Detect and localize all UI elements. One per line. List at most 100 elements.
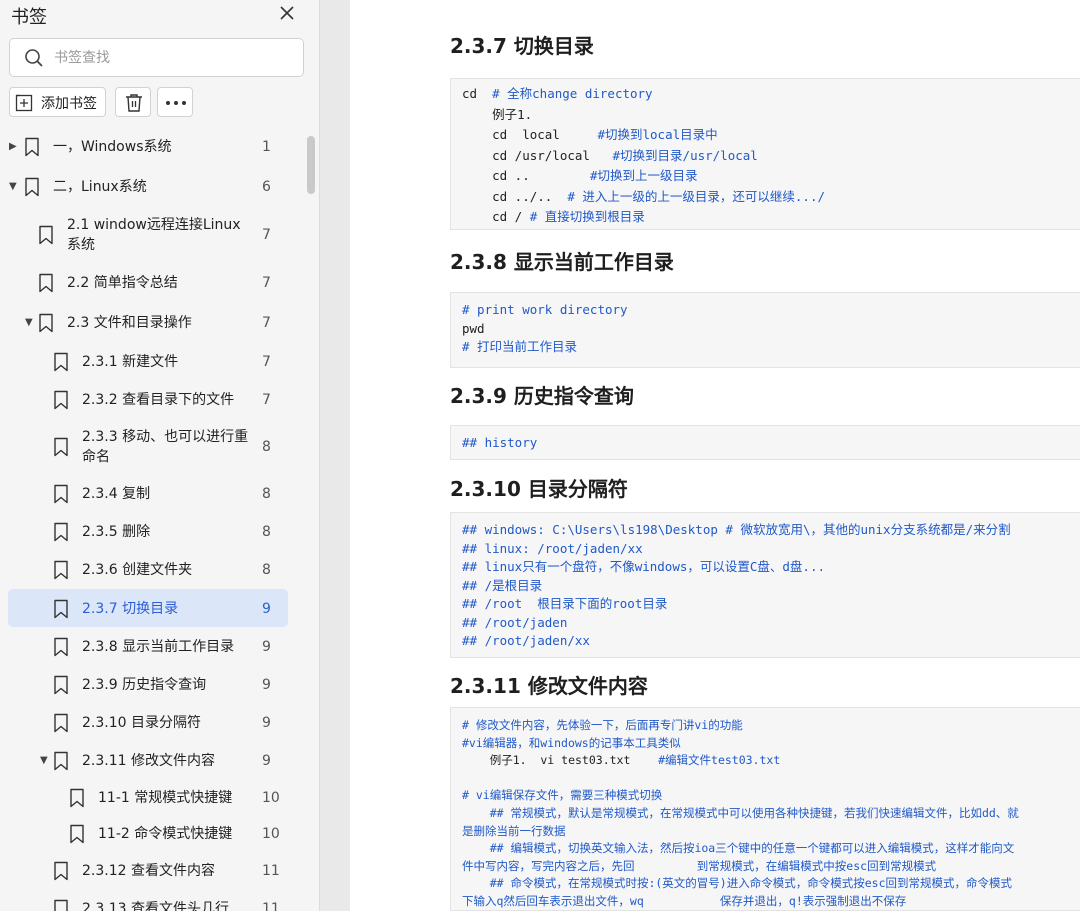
bookmark-search-box [9, 38, 304, 77]
bookmark-item[interactable]: ▼ 2.3 文件和目录操作 7 [0, 303, 300, 343]
bookmark-sidebar: 书签 添加书签 ▶一，Windows系统1▼二，Linux系统62.1 wi [0, 0, 320, 911]
close-icon[interactable] [276, 2, 298, 24]
bookmark-icon [53, 437, 69, 457]
chevron-right-icon[interactable]: ▶ [9, 142, 19, 152]
bookmark-label: 2.3.7 切换目录 [82, 601, 179, 617]
bookmark-page-number: 7 [262, 315, 271, 331]
bookmark-label: 2.3.1 新建文件 [82, 354, 179, 370]
code-block: ## windows: C:\Users\ls198\Desktop # 微软放… [450, 512, 1080, 658]
add-bookmark-button[interactable]: 添加书签 [9, 87, 106, 117]
bookmark-item[interactable]: 2.1 window远程连接Linux 系统 7 [0, 207, 300, 263]
bookmark-label: 2.3.6 创建文件夹 [82, 562, 193, 578]
bookmark-label: 2.3.2 查看目录下的文件 [82, 392, 235, 408]
bookmark-item[interactable]: 2.3.2 查看目录下的文件 7 [0, 381, 300, 419]
bookmark-label: 2.3.10 目录分隔符 [82, 715, 201, 731]
bookmark-item[interactable]: 2.3.7 切换目录 9 [0, 589, 300, 628]
code-line: 件中写内容，写完内容之后，先回 到常规模式，在编辑模式中按esc回到常规模式 [462, 858, 937, 873]
sidebar-scrollbar[interactable] [307, 136, 315, 194]
more-icon [166, 101, 186, 105]
bookmark-label: 2.3.13 查看文件头几行 [82, 901, 229, 911]
bookmark-page-number: 8 [262, 562, 271, 578]
code-block: ## history [450, 425, 1080, 460]
code-block: cd # 全称change directory 例子1. cd local #切… [450, 78, 1080, 230]
code-block: # 修改文件内容，先体验一下，后面再专门讲vi的功能 #vi编辑器，和window… [450, 707, 1080, 911]
code-block: # print work directory pwd # 打印当前工作目录 [450, 292, 1080, 368]
bookmark-label: 一，Windows系统 [53, 139, 172, 155]
bookmark-item[interactable]: 11-2 命令模式快捷键 10 [0, 816, 300, 852]
chevron-down-icon[interactable]: ▼ [9, 182, 19, 192]
bookmark-icon [24, 137, 40, 157]
bookmark-label: 2.3.12 查看文件内容 [82, 863, 215, 879]
bookmark-item[interactable]: 2.3.9 历史指令查询 9 [0, 666, 300, 704]
bookmark-label: 2.3.9 历史指令查询 [82, 677, 207, 693]
bookmark-label: 11-2 命令模式快捷键 [98, 826, 233, 842]
bookmark-label: 二，Linux系统 [53, 179, 147, 195]
bookmark-search-input[interactable] [54, 47, 294, 69]
code-line: ## linux只有一个盘符，不像windows，可以设置C盘、d盘... [462, 559, 826, 574]
more-options-button[interactable] [157, 87, 193, 117]
trash-icon [126, 94, 142, 112]
section-heading: 2.3.7 切换目录 [450, 34, 594, 58]
bookmark-item[interactable]: 2.3.5 删除 8 [0, 513, 300, 551]
code-line: ## linux: /root/jaden/xx [462, 540, 643, 556]
code-line: # print work directory [462, 302, 628, 317]
code-line: ## /root/jaden [462, 614, 568, 630]
section-heading: 2.3.8 显示当前工作目录 [450, 250, 674, 274]
code-line: ## 编辑模式，切换英文输入法，然后按ioa三个键中的任意一个键都可以进入编辑模… [462, 841, 1015, 856]
bookmark-item[interactable]: 2.3.12 查看文件内容 11 [0, 852, 300, 890]
bookmark-page-number: 8 [262, 486, 271, 502]
bookmark-page-number: 11 [262, 863, 280, 879]
bookmark-page-number: 9 [262, 601, 271, 617]
bookmark-item[interactable]: ▼ 二，Linux系统 6 [0, 167, 300, 207]
bookmark-icon [24, 177, 40, 197]
bookmark-label: 2.3.4 复制 [82, 486, 151, 502]
code-line: cd # 全称change directory [462, 86, 653, 101]
add-bookmark-label: 添加书签 [41, 96, 97, 112]
code-line: 例子1. vi test03.txt #编辑文件test03.txt [462, 753, 781, 768]
pdf-reader-window: 书签 添加书签 ▶一，Windows系统1▼二，Linux系统62.1 wi [0, 0, 1080, 911]
bookmark-item[interactable]: 2.3.10 目录分隔符 9 [0, 704, 300, 742]
bookmark-page-number: 9 [262, 639, 271, 655]
bookmark-icon [69, 824, 85, 844]
document-page: 2.3.7 切换目录 cd # 全称change directory 例子1. c… [350, 0, 1080, 911]
bookmark-page-number: 8 [262, 439, 271, 455]
chevron-down-icon[interactable]: ▼ [40, 756, 50, 766]
bookmark-icon [53, 522, 69, 542]
bookmark-page-number: 6 [262, 179, 271, 195]
bookmark-item[interactable]: ▼ 2.3.11 修改文件内容 9 [0, 742, 300, 780]
bookmark-item[interactable]: 2.3.1 新建文件 7 [0, 343, 300, 381]
code-line: ## history [462, 435, 538, 450]
section-heading: 2.3.11 修改文件内容 [450, 674, 648, 698]
bookmark-item[interactable]: ▶ 一，Windows系统 1 [0, 127, 300, 167]
bookmark-item[interactable]: 2.3.6 创建文件夹 8 [0, 551, 300, 589]
bookmark-item[interactable]: 2.3.13 查看文件头几行 11 [0, 890, 300, 911]
code-line: cd /usr/local #切换到目录/usr/local [462, 147, 758, 163]
delete-bookmark-button[interactable] [115, 87, 151, 117]
bookmark-label-line2: 系统 [67, 237, 95, 253]
bookmark-icon [53, 861, 69, 881]
bookmark-icon [69, 788, 85, 808]
code-line: # 打印当前工作目录 [462, 339, 578, 354]
bookmark-label: 2.3.5 删除 [82, 524, 151, 540]
bookmark-item[interactable]: 2.3.4 复制 8 [0, 475, 300, 513]
bookmark-page-number: 9 [262, 715, 271, 731]
code-line: ## 常规模式，默认是常规模式，在常规模式中可以使用各种快捷键，若我们快速编辑文… [462, 806, 1019, 820]
bookmark-label: 2.3.8 显示当前工作目录 [82, 639, 235, 655]
add-bookmark-icon [15, 94, 33, 112]
bookmark-item[interactable]: 2.3.8 显示当前工作目录 9 [0, 628, 300, 666]
code-line: 例子1. [462, 106, 533, 122]
bookmark-item[interactable]: 11-1 常规模式快捷键 10 [0, 780, 300, 816]
chevron-down-icon[interactable]: ▼ [25, 318, 35, 328]
bookmark-page-number: 9 [262, 753, 271, 769]
bookmark-icon [53, 675, 69, 695]
bookmark-item[interactable]: 2.3.3 移动、也可以进行重 命名 8 [0, 419, 300, 475]
code-line: cd .. #切换到上一级目录 [462, 168, 698, 183]
bookmark-label: 2.3 文件和目录操作 [67, 315, 192, 331]
code-line: cd / # 直接切换到根目录 [462, 209, 645, 224]
search-icon [24, 48, 44, 68]
code-line: ## /root/jaden/xx [462, 633, 590, 648]
bookmark-page-number: 11 [262, 901, 280, 911]
bookmark-item[interactable]: 2.2 简单指令总结 7 [0, 263, 300, 303]
bookmark-page-number: 1 [262, 139, 271, 155]
bookmark-icon [53, 713, 69, 733]
